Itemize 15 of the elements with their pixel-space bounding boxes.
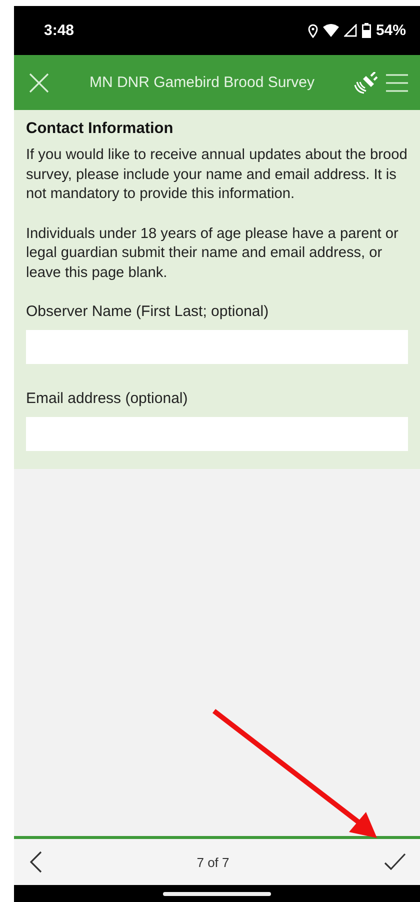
battery-percent: 54% <box>376 22 406 39</box>
input-field[interactable] <box>26 330 408 364</box>
battery-icon <box>362 23 371 38</box>
clock-time: 3:48 <box>44 22 74 39</box>
app-title: MN DNR Gamebird Brood Survey <box>88 74 316 91</box>
wifi-icon <box>322 24 339 37</box>
info-paragraph: If you would like to receive annual updates about the brood survey, please include your name and email address. It is not mandatory to provide this information. <box>26 146 408 204</box>
signal-icon <box>344 24 357 37</box>
section-title: Contact Information <box>26 120 174 138</box>
field-label: Email address (optional) <box>26 390 189 407</box>
info-paragraph: Individuals under 18 years of age please have a parent or legal guardian submit their name and email address, or leave this page blank. <box>26 224 400 282</box>
page-counter: 7 of 7 <box>196 854 230 870</box>
input-field[interactable] <box>26 417 408 451</box>
location-icon <box>308 24 318 38</box>
field-label: Observer Name (First Last; optional) <box>26 303 270 320</box>
